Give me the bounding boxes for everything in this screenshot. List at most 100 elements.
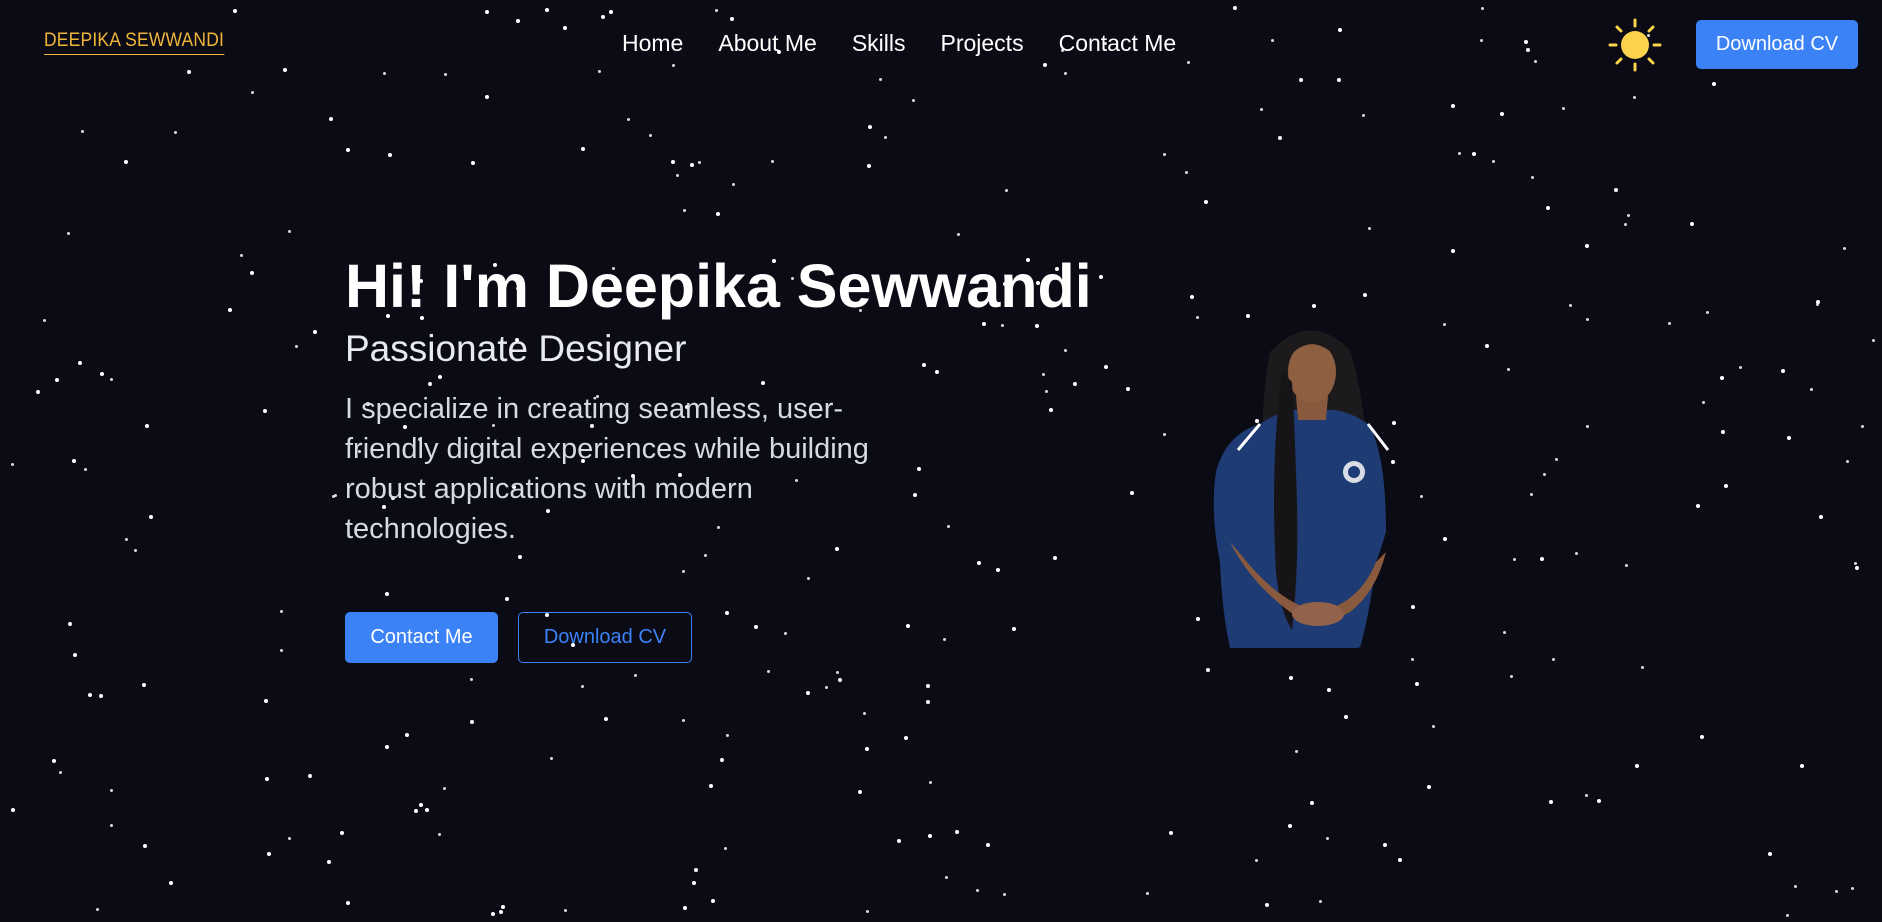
star xyxy=(1552,658,1555,661)
star xyxy=(929,781,932,784)
star xyxy=(1185,171,1188,174)
star xyxy=(470,720,474,724)
star xyxy=(110,789,113,792)
star xyxy=(385,745,389,749)
star xyxy=(683,906,687,910)
site-logo[interactable]: DEEPIKA SEWWANDI xyxy=(44,30,225,55)
star xyxy=(52,759,56,763)
star xyxy=(1312,304,1316,308)
star xyxy=(1310,801,1314,805)
star xyxy=(1443,537,1447,541)
star xyxy=(1507,368,1510,371)
star xyxy=(1575,552,1578,555)
star xyxy=(1633,96,1636,99)
star xyxy=(724,847,727,850)
star xyxy=(267,852,271,856)
star xyxy=(471,161,475,165)
star xyxy=(976,889,979,892)
star xyxy=(308,774,312,778)
star xyxy=(1513,558,1516,561)
star xyxy=(1458,152,1461,155)
star xyxy=(1819,515,1823,519)
contact-me-button[interactable]: Contact Me xyxy=(345,612,498,663)
star xyxy=(1130,491,1134,495)
star xyxy=(1255,859,1258,862)
nav-link-contact[interactable]: Contact Me xyxy=(1059,30,1177,57)
star xyxy=(1344,715,1348,719)
star xyxy=(784,632,787,635)
star xyxy=(1872,339,1875,342)
star xyxy=(110,824,113,827)
nav-link-home[interactable]: Home xyxy=(622,30,683,57)
star xyxy=(174,131,177,134)
star xyxy=(265,777,269,781)
download-cv-button[interactable]: Download CV xyxy=(518,612,692,663)
star xyxy=(906,624,910,628)
nav-links: Home About Me Skills Projects Contact Me xyxy=(622,30,1211,57)
star xyxy=(634,674,637,677)
star xyxy=(1319,900,1322,903)
star xyxy=(858,790,862,794)
star xyxy=(1549,800,1553,804)
star xyxy=(100,372,104,376)
star xyxy=(438,833,441,836)
star xyxy=(346,148,350,152)
star xyxy=(1597,799,1601,803)
star xyxy=(1485,344,1489,348)
nav-link-skills[interactable]: Skills xyxy=(852,30,906,57)
star xyxy=(604,717,608,721)
star xyxy=(425,808,429,812)
star xyxy=(313,330,317,334)
star xyxy=(1614,188,1618,192)
star xyxy=(110,378,113,381)
star xyxy=(1451,249,1455,253)
star xyxy=(1854,562,1857,565)
star xyxy=(505,597,509,601)
star xyxy=(385,592,389,596)
star xyxy=(1260,108,1263,111)
star xyxy=(825,686,828,689)
star xyxy=(771,160,774,163)
star xyxy=(72,459,76,463)
star xyxy=(68,622,72,626)
star xyxy=(1278,136,1282,140)
nav-link-projects[interactable]: Projects xyxy=(940,30,1023,57)
sun-icon[interactable] xyxy=(1608,18,1662,72)
star xyxy=(346,901,350,905)
star xyxy=(1206,668,1210,672)
star xyxy=(1546,206,1550,210)
star xyxy=(1794,885,1797,888)
star xyxy=(904,736,908,740)
star xyxy=(581,685,584,688)
star xyxy=(1855,566,1859,570)
star xyxy=(1492,160,1495,163)
star xyxy=(1163,153,1166,156)
star xyxy=(649,134,652,137)
star xyxy=(414,809,418,813)
download-cv-nav-button[interactable]: Download CV xyxy=(1696,20,1858,69)
star xyxy=(1126,387,1130,391)
star xyxy=(288,837,291,840)
star xyxy=(868,125,872,129)
star xyxy=(1540,557,1544,561)
star xyxy=(124,160,128,164)
star xyxy=(388,153,392,157)
star xyxy=(694,868,698,872)
star xyxy=(96,908,99,911)
star xyxy=(1768,852,1772,856)
star xyxy=(725,611,729,615)
star xyxy=(149,515,153,519)
star xyxy=(250,271,254,275)
star xyxy=(288,230,291,233)
star xyxy=(1383,843,1387,847)
star xyxy=(81,130,84,133)
star xyxy=(1739,366,1742,369)
star xyxy=(926,684,930,688)
star xyxy=(836,671,839,674)
star xyxy=(11,808,15,812)
nav-link-about[interactable]: About Me xyxy=(718,30,816,57)
star xyxy=(329,117,333,121)
star xyxy=(866,910,869,913)
star xyxy=(334,494,337,497)
star xyxy=(1327,688,1331,692)
